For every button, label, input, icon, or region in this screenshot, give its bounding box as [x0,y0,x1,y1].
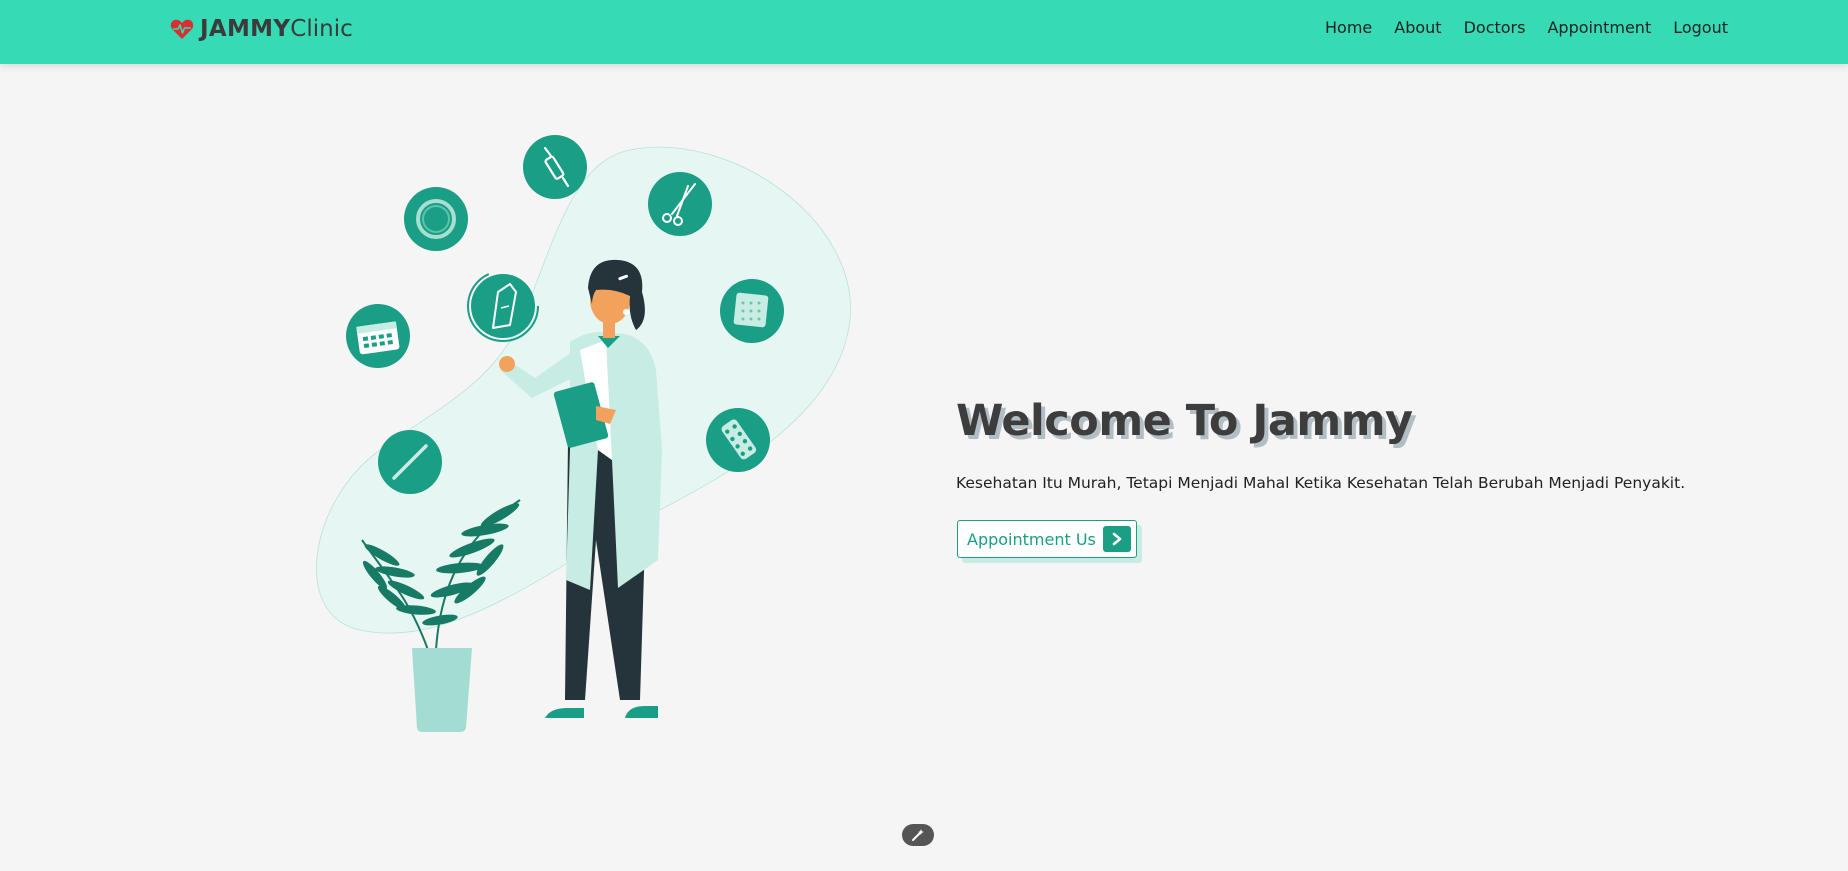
chevron-right-icon [1103,526,1131,552]
nav-about[interactable]: About [1394,16,1441,40]
brand-logo[interactable]: JAMMY Clinic [170,14,353,44]
magic-wand-icon [912,829,924,841]
heartbeat-icon [170,19,194,39]
brand-name-light: Clinic [290,16,353,42]
scissors-icon [648,172,712,236]
syringe-icon [523,135,587,199]
nav-appointment[interactable]: Appointment [1547,16,1651,40]
bandage-icon [467,270,539,342]
ring-icon [404,187,468,251]
appointment-us-button[interactable]: Appointment Us [957,520,1137,558]
brand-name-bold: JAMMY [200,16,291,42]
calendar-icon [346,304,410,368]
navbar: JAMMY Clinic Home About Doctors Appointm… [0,0,1848,64]
nav-menu: Home About Doctors Appointment Logout [1325,16,1728,40]
gauze-icon [720,279,784,343]
thermometer-icon [378,430,442,494]
nav-doctors[interactable]: Doctors [1464,16,1526,40]
doctor-illustration [316,135,851,732]
hero-title: Welcome To Jammy [956,396,1413,446]
nav-home[interactable]: Home [1325,16,1372,40]
magic-wand-button[interactable] [902,824,934,846]
pills-icon [706,408,770,472]
nav-logout[interactable]: Logout [1673,16,1728,40]
appointment-us-label: Appointment Us [967,529,1096,549]
hero-subtitle: Kesehatan Itu Murah, Tetapi Menjadi Maha… [956,474,1686,492]
